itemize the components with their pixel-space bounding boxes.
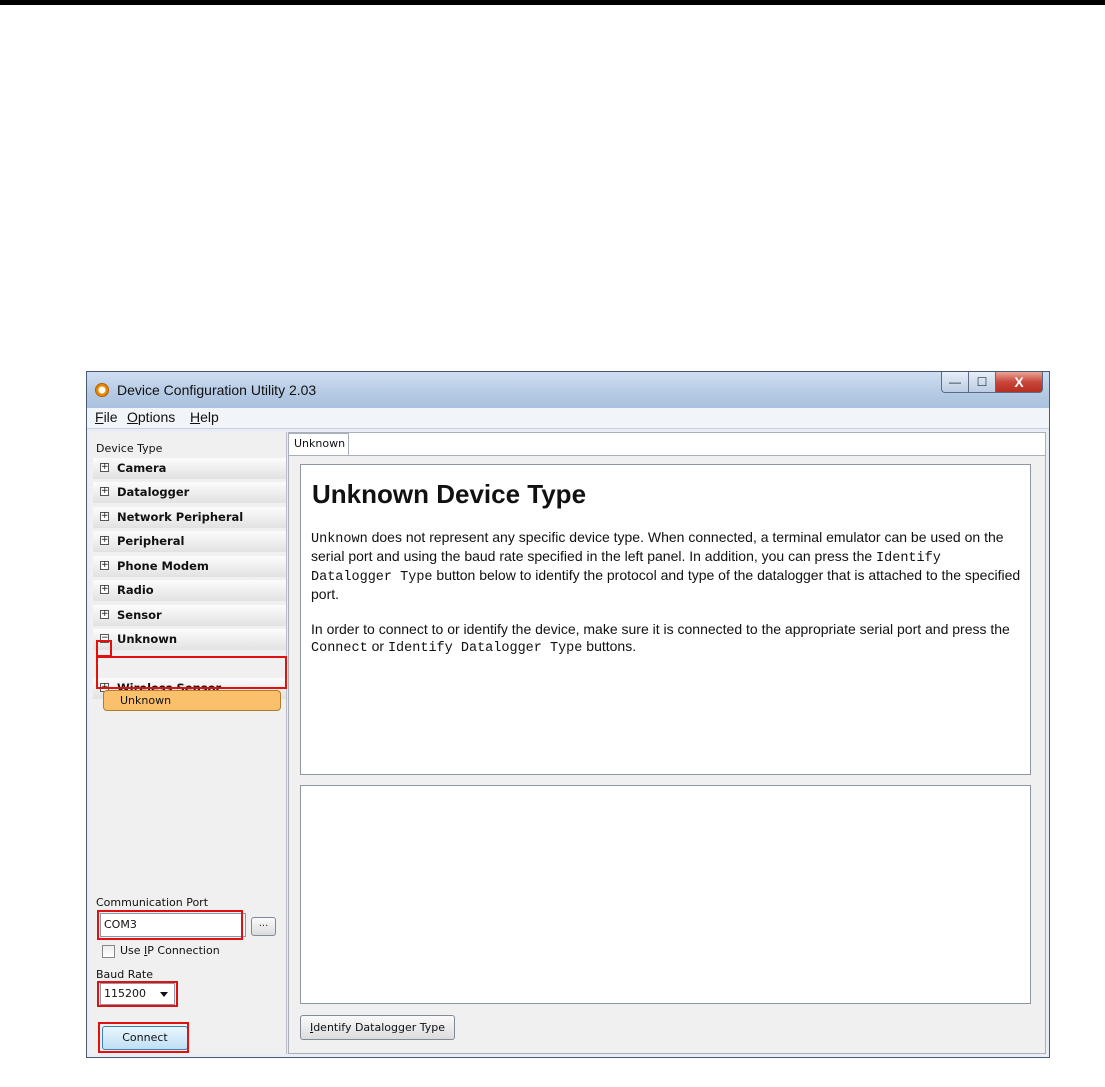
tree-item-network-peripheral[interactable]: + Network Peripheral: [93, 507, 286, 528]
tree-item-phone-modem[interactable]: + Phone Modem: [93, 556, 286, 577]
window-controls: — ☐ X: [941, 372, 1043, 393]
baud-rate-label: Baud Rate: [96, 968, 153, 981]
device-type-label: Device Type: [96, 442, 163, 455]
tree-item-unknown-child[interactable]: Unknown: [103, 690, 281, 711]
identify-datalogger-button[interactable]: Identify Datalogger Type: [300, 1015, 455, 1040]
use-ip-checkbox[interactable]: [102, 945, 115, 958]
description-paragraph-1: Unknown does not represent any specific …: [311, 529, 1021, 602]
expand-icon[interactable]: +: [100, 561, 109, 570]
title-bar[interactable]: Device Configuration Utility 2.03 — ☐ X: [87, 372, 1049, 408]
expand-icon[interactable]: +: [100, 512, 109, 521]
highlight-baud-rate: [97, 981, 178, 1007]
browse-port-button[interactable]: ...: [251, 917, 276, 936]
highlight-comm-port: [97, 910, 243, 940]
comm-port-label: Communication Port: [96, 896, 209, 909]
tree-item-peripheral[interactable]: + Peripheral: [93, 531, 286, 552]
highlight-connect: [98, 1022, 189, 1053]
expand-icon[interactable]: +: [100, 487, 109, 496]
tree-item-radio[interactable]: + Radio: [93, 580, 286, 601]
terminal-output-panel[interactable]: [300, 785, 1031, 1004]
device-type-panel: Device Type + Camera + Datalogger + Network…: [90, 432, 287, 1054]
menu-file[interactable]: File: [95, 409, 118, 425]
minimize-button[interactable]: —: [941, 372, 969, 393]
tree-item-camera[interactable]: + Camera: [93, 458, 286, 479]
description-paragraph-2: In order to connect to or identify the d…: [311, 621, 1010, 656]
expand-icon[interactable]: +: [100, 585, 109, 594]
page-title: Unknown Device Type: [312, 479, 587, 509]
expand-icon[interactable]: +: [100, 536, 109, 545]
app-window: Device Configuration Utility 2.03 — ☐ X …: [86, 371, 1050, 1058]
menu-options[interactable]: Options: [127, 409, 175, 425]
menu-help[interactable]: Help: [190, 409, 219, 425]
menu-bar: File Options Help: [87, 408, 1049, 429]
maximize-button[interactable]: ☐: [969, 372, 996, 393]
tree-item-datalogger[interactable]: + Datalogger: [93, 482, 286, 503]
tree-item-unknown[interactable]: − Unknown: [93, 629, 286, 650]
close-button[interactable]: X: [996, 372, 1043, 393]
info-panel: Unknown Device Type Unknown does not rep…: [300, 464, 1031, 775]
expand-icon[interactable]: +: [100, 463, 109, 472]
expand-icon[interactable]: +: [100, 610, 109, 619]
tree-item-sensor[interactable]: + Sensor: [93, 605, 286, 626]
top-border: [0, 0, 1105, 5]
tab-unknown[interactable]: Unknown: [288, 433, 349, 455]
highlight-unknown-child: [96, 656, 287, 689]
use-ip-label: Use IP Connection: [120, 944, 220, 957]
highlight-collapse-icon: [96, 640, 112, 657]
window-title: Device Configuration Utility 2.03: [117, 382, 317, 398]
app-icon: [95, 383, 109, 397]
